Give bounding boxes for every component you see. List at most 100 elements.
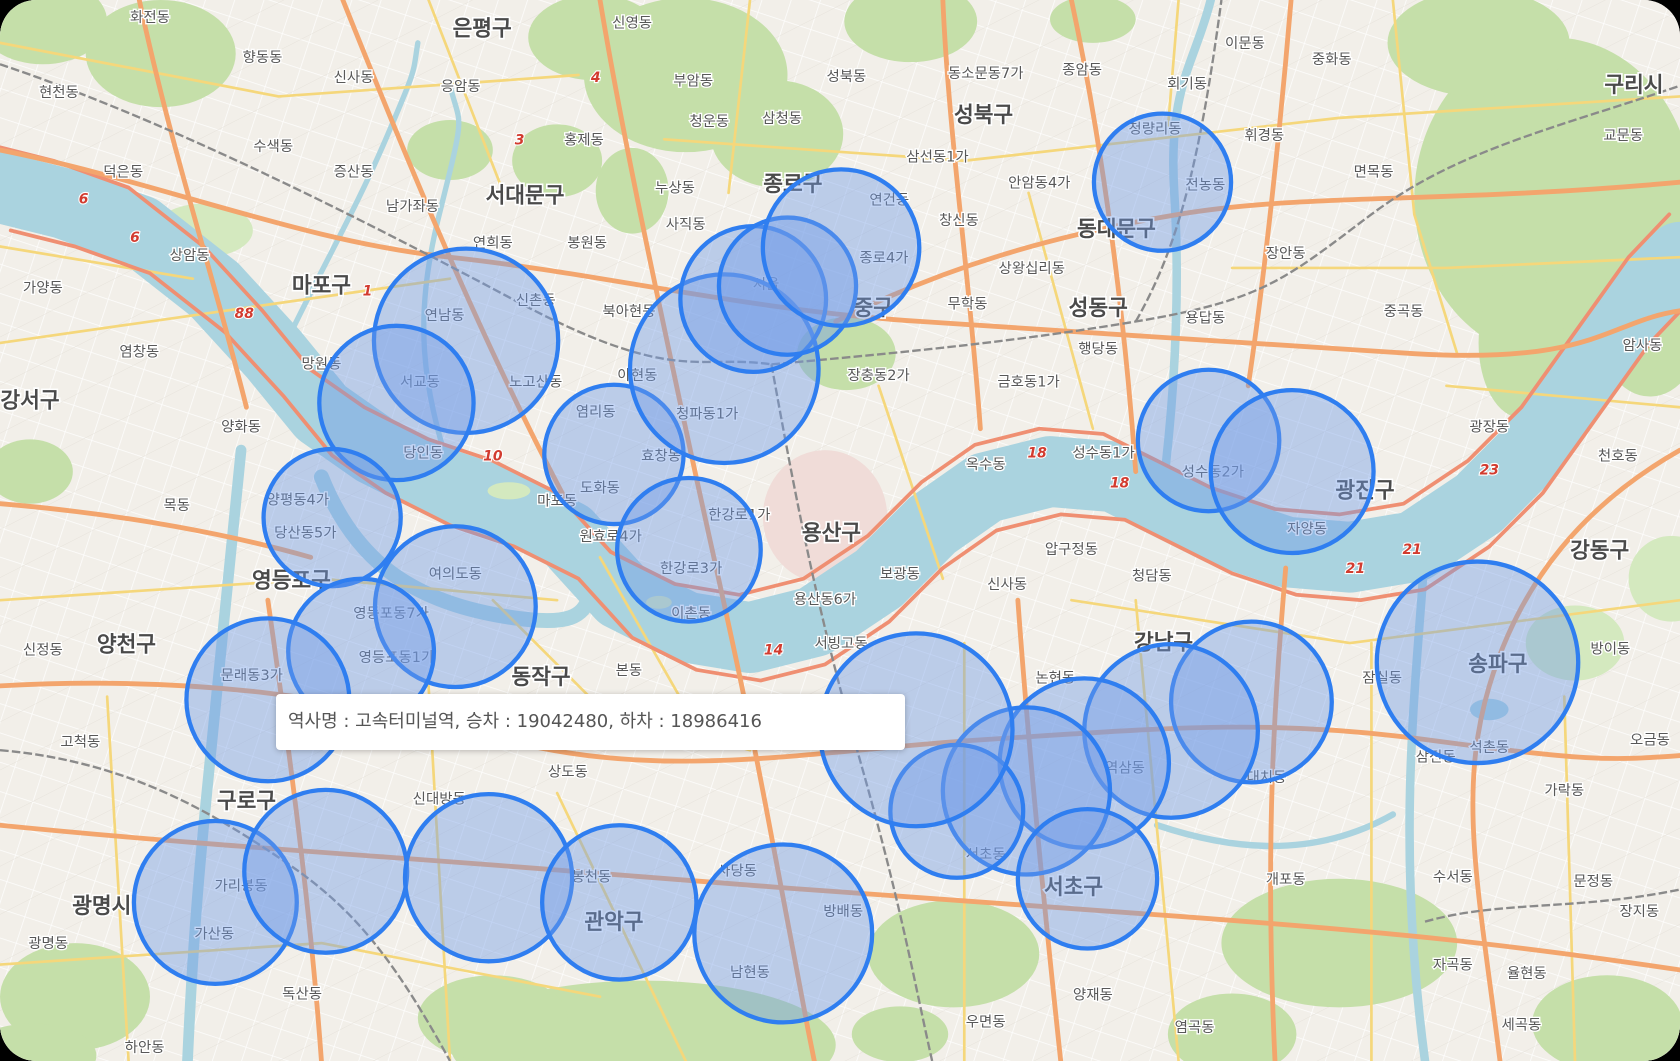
neighborhood-label: 본동 <box>616 663 643 679</box>
map-viewport[interactable]: 1 3 4 6 6 10 14 18 18 21 21 23 88 화전동 향동동 신사동 응암동 신영동 부암동 청… <box>0 0 1680 1061</box>
neighborhood-label: 증산동 <box>334 164 374 181</box>
neighborhood-label: 부암동 <box>673 72 713 89</box>
neighborhood-label: 회기동 <box>1167 76 1207 93</box>
route-number-label: 1 <box>363 284 373 300</box>
district-label: 성북구 <box>954 103 1013 128</box>
neighborhood-label: 고척동 <box>60 734 100 751</box>
neighborhood-label: 사직동 <box>666 216 706 233</box>
neighborhood-label: 무학동 <box>948 295 988 312</box>
neighborhood-label: 삼선동1가 <box>906 149 968 166</box>
neighborhood-label: 광명동 <box>28 935 68 952</box>
neighborhood-label: 상왕십리동 <box>999 260 1065 277</box>
route-number-label: 21 <box>1402 542 1421 558</box>
district-label: 강서구 <box>0 388 59 413</box>
river-island <box>487 482 531 500</box>
neighborhood-label: 압구정동 <box>1045 541 1098 558</box>
neighborhood-label: 종암동 <box>1062 62 1102 79</box>
neighborhood-label: 옥수동 <box>966 456 1006 473</box>
neighborhood-label: 홍제동 <box>564 131 604 148</box>
neighborhood-label: 보광동 <box>880 565 920 582</box>
neighborhood-label: 중화동 <box>1312 51 1352 68</box>
neighborhood-label: 누상동 <box>655 180 695 197</box>
district-label: 광명시 <box>72 894 131 919</box>
station-marker[interactable] <box>540 823 699 982</box>
route-number-label: 4 <box>590 70 601 86</box>
route-number-label: 10 <box>483 449 503 465</box>
neighborhood-label: 현천동 <box>39 84 79 101</box>
neighborhood-label: 안암동4가 <box>1008 174 1070 191</box>
neighborhood-label: 행당동 <box>1078 340 1118 357</box>
neighborhood-label: 신정동 <box>23 642 63 659</box>
forest-area <box>851 1006 949 1061</box>
tooltip-text: 역사명 : 고속터미널역, 승차 : 19042480, 하차 : 189864… <box>288 711 762 732</box>
neighborhood-label: 응암동 <box>441 78 481 95</box>
neighborhood-label: 양재동 <box>1073 987 1113 1004</box>
district-label: 서대문구 <box>486 184 565 209</box>
neighborhood-label: 봉원동 <box>567 234 607 251</box>
station-marker[interactable] <box>692 842 875 1025</box>
neighborhood-label: 광장동 <box>1469 419 1509 436</box>
district-label: 강동구 <box>1570 538 1629 563</box>
neighborhood-label: 율현동 <box>1507 965 1547 982</box>
route-number-label: 18 <box>1110 475 1130 491</box>
neighborhood-label: 천호동 <box>1598 448 1638 465</box>
district-label: 구리시 <box>1604 73 1663 98</box>
forest-area <box>1221 878 1458 1008</box>
neighborhood-label: 장안동 <box>1266 245 1306 262</box>
neighborhood-label: 방이동 <box>1590 640 1630 657</box>
neighborhood-label: 염창동 <box>119 344 159 361</box>
neighborhood-label: 교문동 <box>1603 128 1643 144</box>
station-marker[interactable] <box>615 475 763 624</box>
forest-area <box>867 900 1040 1008</box>
station-marker[interactable] <box>242 787 410 955</box>
neighborhood-label: 화전동 <box>130 9 170 26</box>
district-label: 용산구 <box>802 521 861 546</box>
neighborhood-label: 가락동 <box>1544 782 1584 799</box>
neighborhood-label: 향동동 <box>243 49 283 66</box>
district-label: 마포구 <box>292 274 351 299</box>
neighborhood-label: 수서동 <box>1433 869 1473 886</box>
neighborhood-label: 자곡동 <box>1433 957 1473 974</box>
neighborhood-label: 청운동 <box>689 113 729 130</box>
station-marker[interactable] <box>1374 559 1581 766</box>
neighborhood-label: 청담동 <box>1132 568 1172 585</box>
neighborhood-label: 중곡동 <box>1384 304 1424 320</box>
neighborhood-label: 목동 <box>163 498 190 514</box>
station-marker[interactable] <box>1015 807 1160 951</box>
base-map[interactable]: 134661014181821212388화전동향동동신사동응암동신영동부암동청… <box>0 0 1680 1061</box>
neighborhood-label: 암사동 <box>1623 337 1663 354</box>
neighborhood-label: 신사동 <box>987 576 1027 593</box>
district-label: 은평구 <box>453 16 512 41</box>
neighborhood-label: 신사동 <box>334 69 374 86</box>
district-label: 양천구 <box>97 633 156 658</box>
neighborhood-label: 오금동 <box>1630 733 1670 749</box>
neighborhood-label: 상도동 <box>548 764 588 781</box>
neighborhood-label: 가양동 <box>23 279 63 296</box>
neighborhood-label: 삼청동 <box>762 110 802 127</box>
neighborhood-label: 덕은동 <box>103 164 143 181</box>
neighborhood-label: 상암동 <box>170 247 210 264</box>
neighborhood-label: 신영동 <box>612 15 652 32</box>
station-marker[interactable] <box>1208 387 1376 556</box>
station-marker[interactable] <box>261 446 403 589</box>
route-number-label: 3 <box>515 132 525 148</box>
neighborhood-label: 면목동 <box>1354 164 1394 181</box>
route-number-label: 88 <box>235 306 255 322</box>
station-marker[interactable] <box>760 167 922 328</box>
forest-area <box>417 975 568 1061</box>
neighborhood-label: 세곡동 <box>1501 1017 1541 1034</box>
route-number-label: 21 <box>1346 561 1365 577</box>
neighborhood-label: 수색동 <box>253 138 293 155</box>
station-tooltip: 역사명 : 고속터미널역, 승차 : 19042480, 하차 : 189864… <box>276 694 905 750</box>
station-marker[interactable] <box>1091 111 1234 253</box>
neighborhood-label: 창신동 <box>939 212 979 229</box>
neighborhood-label: 염곡동 <box>1175 1019 1215 1036</box>
neighborhood-label: 하안동 <box>125 1039 165 1056</box>
route-number-label: 23 <box>1480 462 1499 478</box>
neighborhood-label: 문정동 <box>1573 873 1613 890</box>
district-label: 성동구 <box>1069 296 1128 321</box>
route-number-label: 6 <box>130 230 140 246</box>
district-label: 동작구 <box>512 665 571 690</box>
district-label: 구로구 <box>217 789 276 814</box>
neighborhood-label: 용답동 <box>1185 309 1225 326</box>
